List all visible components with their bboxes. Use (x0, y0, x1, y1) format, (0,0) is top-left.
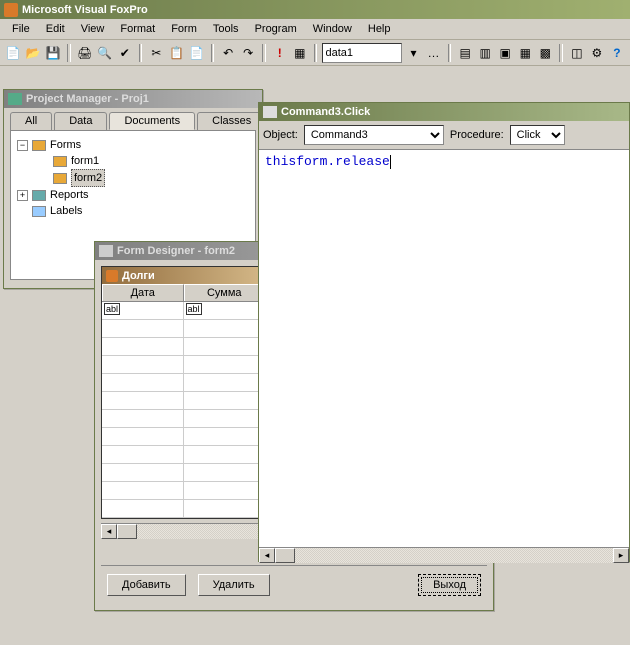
ellipsis-icon[interactable]: … (424, 42, 442, 63)
code-hscroll[interactable]: ◂ ▸ (259, 547, 629, 563)
spell-icon[interactable]: ✔ (116, 42, 134, 63)
window-icon[interactable]: ◫ (568, 42, 586, 63)
code-line: thisform.release (265, 154, 390, 169)
separator (262, 44, 266, 62)
separator (559, 44, 563, 62)
tree-reports-node[interactable]: +Reports (17, 187, 249, 203)
project-tree: −Forms form1 form2 +Reports Labels (17, 137, 249, 219)
col-date[interactable]: Дата (102, 284, 184, 301)
run-icon[interactable]: ! (271, 42, 289, 63)
help-icon[interactable]: ? (608, 42, 626, 63)
cut-icon[interactable]: ✂ (147, 42, 165, 63)
menu-file[interactable]: File (4, 21, 38, 37)
menubar: File Edit View Format Form Tools Program… (0, 19, 630, 40)
scroll-track[interactable] (295, 548, 613, 563)
db-icon[interactable]: ▤ (456, 42, 474, 63)
object-toolbar: Object: Command3 Procedure: Click (259, 121, 629, 150)
tab-data[interactable]: Data (54, 112, 107, 130)
tab-documents[interactable]: Documents (109, 112, 195, 130)
code-window[interactable]: Command3.Click Object: Command3 Procedur… (258, 102, 630, 562)
tree-form1[interactable]: form1 (17, 153, 249, 169)
tree-form2[interactable]: form2 (17, 169, 249, 187)
separator (67, 44, 71, 62)
scroll-right-icon[interactable]: ▸ (613, 548, 629, 563)
procedure-label: Procedure: (450, 129, 504, 141)
separator (448, 44, 452, 62)
options-icon[interactable]: ⚙ (588, 42, 606, 63)
separator (139, 44, 143, 62)
dropdown-icon[interactable]: ▾ (404, 42, 422, 63)
report-icon[interactable]: ▦ (516, 42, 534, 63)
textbox-placeholder: abl (186, 303, 202, 315)
database-combo[interactable] (322, 43, 402, 63)
add-button[interactable]: Добавить (107, 574, 186, 596)
separator (211, 44, 215, 62)
undo-icon[interactable]: ↶ (219, 42, 237, 63)
menu-program[interactable]: Program (247, 21, 305, 37)
tab-classes[interactable]: Classes (197, 112, 266, 130)
scroll-thumb[interactable] (275, 548, 295, 563)
col-sum[interactable]: Сумма (184, 284, 266, 301)
code-editor[interactable]: thisform.release ◂ ▸ (259, 150, 629, 563)
grid-header: Дата Сумма (102, 284, 265, 302)
foxpro-icon (4, 3, 18, 17)
grid-row[interactable]: abl abl (102, 302, 265, 320)
open-icon[interactable]: 📂 (24, 42, 42, 63)
form-icon[interactable]: ▣ (496, 42, 514, 63)
app-titlebar: Microsoft Visual FoxPro (0, 0, 630, 19)
grid-caption: Долги (102, 267, 265, 284)
paste-icon[interactable]: 📄 (187, 42, 205, 63)
toolbar: 📄 📂 💾 🖨 🔍 ✔ ✂ 📋 📄 ↶ ↷ ! ▦ ▾ … ▤ ▥ ▣ ▦ ▩ … (0, 40, 630, 66)
copy-icon[interactable]: 📋 (167, 42, 185, 63)
grid-control[interactable]: Долги Дата Сумма abl abl (101, 266, 266, 519)
app-title: Microsoft Visual FoxPro (22, 4, 148, 16)
new-icon[interactable]: 📄 (4, 42, 22, 63)
tree-labels-node[interactable]: Labels (17, 203, 249, 219)
menu-form[interactable]: Form (163, 21, 205, 37)
delete-button[interactable]: Удалить (198, 574, 270, 596)
project-icon (8, 93, 22, 105)
menu-window[interactable]: Window (305, 21, 360, 37)
tab-all[interactable]: All (10, 112, 52, 130)
scroll-left-icon[interactable]: ◂ (101, 524, 117, 539)
separator (314, 44, 318, 62)
browse-icon[interactable]: ▥ (476, 42, 494, 63)
code-window-title[interactable]: Command3.Click (259, 103, 629, 121)
redo-icon[interactable]: ↷ (239, 42, 257, 63)
object-combo[interactable]: Command3 (304, 125, 444, 145)
project-tabs: All Data Documents Classes (4, 108, 262, 130)
preview-icon[interactable]: 🔍 (96, 42, 114, 63)
textbox-placeholder: abl (104, 303, 120, 315)
code-icon (263, 106, 277, 118)
scroll-thumb[interactable] (117, 524, 137, 539)
print-icon[interactable]: 🖨 (76, 42, 94, 63)
menu-format[interactable]: Format (112, 21, 163, 37)
procedure-combo[interactable]: Click (510, 125, 565, 145)
form-designer-icon (99, 245, 113, 257)
menu-edit[interactable]: Edit (38, 21, 73, 37)
save-icon[interactable]: 💾 (44, 42, 62, 63)
menu-help[interactable]: Help (360, 21, 399, 37)
form-buttons-panel: Добавить Удалить Выход (101, 565, 487, 604)
menu-tools[interactable]: Tools (205, 21, 247, 37)
tree-forms-node[interactable]: −Forms (17, 137, 249, 153)
text-cursor (390, 155, 391, 169)
object-label: Object: (263, 129, 298, 141)
menu-view[interactable]: View (73, 21, 113, 37)
project-manager-title[interactable]: Project Manager - Proj1 (4, 90, 262, 108)
scroll-left-icon[interactable]: ◂ (259, 548, 275, 563)
modify-icon[interactable]: ▦ (291, 42, 309, 63)
exit-button[interactable]: Выход (418, 574, 481, 596)
query-icon[interactable]: ▩ (536, 42, 554, 63)
